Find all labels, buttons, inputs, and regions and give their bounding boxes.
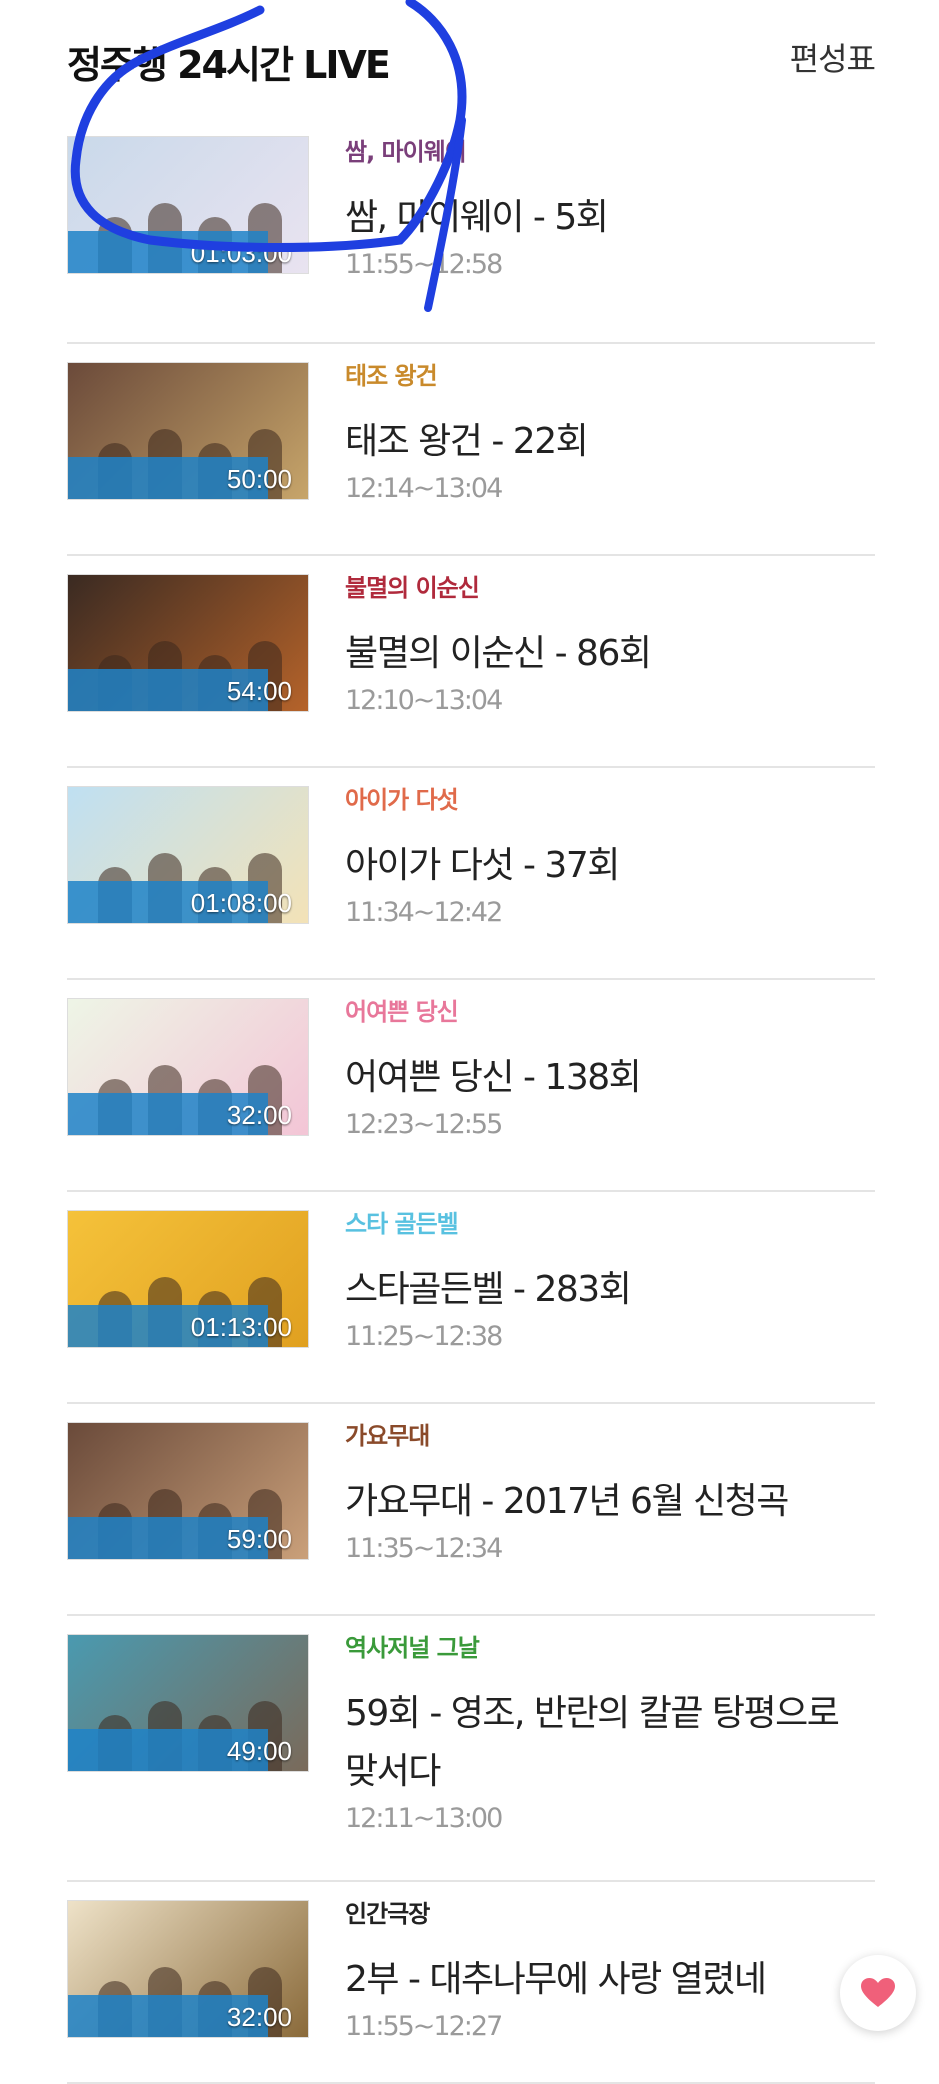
header: 정주행 24시간 LIVE 편성표 bbox=[0, 0, 939, 120]
program-list: 01:03:00 쌈, 마이웨이쌈, 마이웨이 - 5회 11:55~12:58 50… bbox=[67, 132, 875, 2084]
duration-label: 59:00 bbox=[226, 1524, 292, 1554]
episode-title[interactable]: 불멸의 이순신 - 86회 bbox=[345, 625, 875, 683]
airtime: 12:14~13:04 bbox=[345, 473, 503, 504]
program-name: 어여쁜 당신 bbox=[345, 998, 459, 1026]
program-name: 아이가 다섯 bbox=[345, 786, 459, 814]
program-thumbnail[interactable]: 32:00 bbox=[67, 1900, 309, 2038]
program-meta: 불멸의 이순신불멸의 이순신 - 86회 12:10~13:04 bbox=[345, 568, 875, 716]
list-item[interactable]: 01:13:00 스타 골든벨스타골든벨 - 283회 11:25~12:38 bbox=[67, 1192, 875, 1404]
program-thumbnail[interactable]: 54:00 bbox=[67, 574, 309, 712]
duration-label: 01:03:00 bbox=[190, 238, 292, 268]
episode-title[interactable]: 가요무대 - 2017년 6월 신청곡 bbox=[345, 1473, 875, 1531]
program-meta: 가요무대가요무대 - 2017년 6월 신청곡 11:35~12:34 bbox=[345, 1416, 875, 1564]
list-item[interactable]: 50:00 태조 왕건태조 왕건 - 22회 12:14~13:04 bbox=[67, 344, 875, 556]
program-meta: 어여쁜 당신어여쁜 당신 - 138회 12:23~12:55 bbox=[345, 992, 875, 1140]
airtime: 11:55~12:27 bbox=[345, 2011, 503, 2042]
airtime: 11:35~12:34 bbox=[345, 1533, 503, 1564]
airtime: 11:34~12:42 bbox=[345, 897, 503, 928]
program-name: 쌈, 마이웨이 bbox=[345, 138, 467, 166]
program-thumbnail[interactable]: 50:00 bbox=[67, 362, 309, 500]
program-name: 인간극장 bbox=[345, 1900, 430, 1928]
duration-label: 01:13:00 bbox=[190, 1312, 292, 1342]
airtime: 12:23~12:55 bbox=[345, 1109, 503, 1140]
list-item[interactable]: 01:08:00 아이가 다섯아이가 다섯 - 37회 11:34~12:42 bbox=[67, 768, 875, 980]
program-meta: 쌈, 마이웨이쌈, 마이웨이 - 5회 11:55~12:58 bbox=[345, 132, 875, 280]
page-title: 정주행 24시간 LIVE bbox=[67, 43, 391, 87]
program-name: 역사저널 그날 bbox=[345, 1634, 480, 1662]
episode-title[interactable]: 2부 - 대추나무에 사랑 열렸네 bbox=[345, 1951, 875, 2009]
program-name: 스타 골든벨 bbox=[345, 1210, 459, 1238]
program-thumbnail[interactable]: 01:13:00 bbox=[67, 1210, 309, 1348]
heart-icon bbox=[861, 1978, 895, 2007]
list-item[interactable]: 59:00 가요무대가요무대 - 2017년 6월 신청곡 11:35~12:34 bbox=[67, 1404, 875, 1616]
duration-label: 50:00 bbox=[226, 464, 292, 494]
program-name: 가요무대 bbox=[345, 1422, 430, 1450]
list-item[interactable]: 32:00 인간극장 2부 - 대추나무에 사랑 열렸네 11:55~12:27 bbox=[67, 1882, 875, 2084]
program-name: 불멸의 이순신 bbox=[345, 574, 480, 602]
airtime: 12:10~13:04 bbox=[345, 685, 503, 716]
duration-label: 54:00 bbox=[226, 676, 292, 706]
schedule-link[interactable]: 편성표 bbox=[790, 34, 876, 80]
episode-title[interactable]: 태조 왕건 - 22회 bbox=[345, 413, 875, 471]
episode-title[interactable]: 59회 - 영조, 반란의 칼끝 탕평으로 맞서다 bbox=[345, 1685, 875, 1801]
duration-label: 32:00 bbox=[226, 2002, 292, 2032]
episode-title[interactable]: 스타골든벨 - 283회 bbox=[345, 1261, 875, 1319]
duration-label: 49:00 bbox=[226, 1736, 292, 1766]
program-thumbnail[interactable]: 49:00 bbox=[67, 1634, 309, 1772]
program-thumbnail[interactable]: 01:08:00 bbox=[67, 786, 309, 924]
program-thumbnail[interactable]: 01:03:00 bbox=[67, 136, 309, 274]
episode-title[interactable]: 아이가 다섯 - 37회 bbox=[345, 837, 875, 895]
program-thumbnail[interactable]: 32:00 bbox=[67, 998, 309, 1136]
duration-label: 01:08:00 bbox=[190, 888, 292, 918]
episode-title[interactable]: 쌈, 마이웨이 - 5회 bbox=[345, 189, 875, 247]
program-meta: 역사저널 그날 59회 - 영조, 반란의 칼끝 탕평으로 맞서다 12:11~13… bbox=[345, 1628, 875, 1834]
list-item[interactable]: 01:03:00 쌈, 마이웨이쌈, 마이웨이 - 5회 11:55~12:58 bbox=[67, 132, 875, 344]
list-item[interactable]: 49:00 역사저널 그날 59회 - 영조, 반란의 칼끝 탕평으로 맞서다 12:… bbox=[67, 1616, 875, 1882]
list-item[interactable]: 54:00 불멸의 이순신불멸의 이순신 - 86회 12:10~13:04 bbox=[67, 556, 875, 768]
episode-title[interactable]: 어여쁜 당신 - 138회 bbox=[345, 1049, 875, 1107]
list-item[interactable]: 32:00 어여쁜 당신어여쁜 당신 - 138회 12:23~12:55 bbox=[67, 980, 875, 1192]
airtime: 12:11~13:00 bbox=[345, 1803, 503, 1834]
program-name: 태조 왕건 bbox=[345, 362, 438, 390]
airtime: 11:25~12:38 bbox=[345, 1321, 503, 1352]
favorite-button[interactable] bbox=[840, 1955, 916, 2031]
duration-label: 32:00 bbox=[226, 1100, 292, 1130]
program-meta: 스타 골든벨스타골든벨 - 283회 11:25~12:38 bbox=[345, 1204, 875, 1352]
program-meta: 태조 왕건태조 왕건 - 22회 12:14~13:04 bbox=[345, 356, 875, 504]
program-thumbnail[interactable]: 59:00 bbox=[67, 1422, 309, 1560]
program-meta: 아이가 다섯아이가 다섯 - 37회 11:34~12:42 bbox=[345, 780, 875, 928]
program-meta: 인간극장 2부 - 대추나무에 사랑 열렸네 11:55~12:27 bbox=[345, 1894, 875, 2042]
airtime: 11:55~12:58 bbox=[345, 249, 503, 280]
